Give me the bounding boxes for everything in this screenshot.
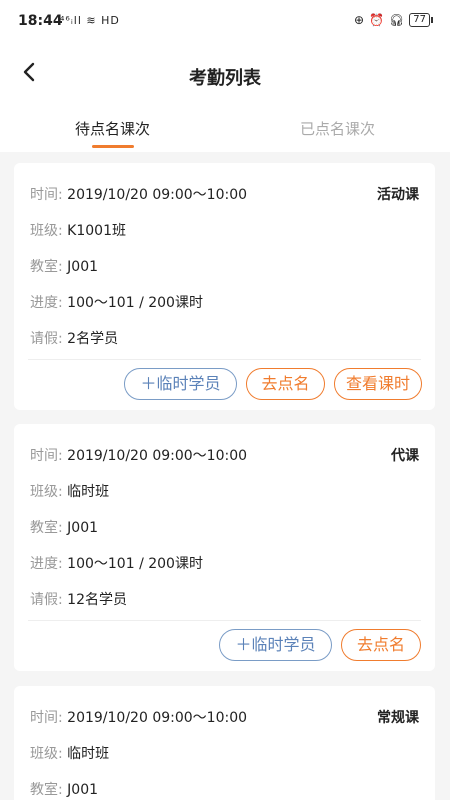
time-label: 时间: <box>30 448 63 464</box>
time-value: 2019/10/20 09:00～10:00 <box>67 187 248 203</box>
nav-bar: 考勤列表 <box>0 44 450 104</box>
class-row: 班级: K1001班 <box>30 220 126 240</box>
class-row: 班级: 临时班 <box>30 481 109 501</box>
add-temp-student-button[interactable]: ＋临时学员 <box>124 368 237 400</box>
view-hours-button[interactable]: 查看课时 <box>334 368 422 400</box>
status-icons-right: ⊕ ⏰ 🎧︎ 77 <box>354 13 433 27</box>
take-attendance-button[interactable]: 去点名 <box>246 368 325 400</box>
tab-indicator <box>92 145 134 148</box>
leave-row: 请假: 2名学员 <box>30 328 118 348</box>
time-row: 时间: 2019/10/20 09:00～10:00 <box>30 707 247 727</box>
class-value: K1001班 <box>67 223 126 239</box>
add-temp-student-button[interactable]: ＋临时学员 <box>219 629 332 661</box>
class-label: 班级: <box>30 484 63 500</box>
room-label: 教室: <box>30 520 63 536</box>
progress-label: 进度: <box>30 295 63 311</box>
network-icons: ⁴⁶ᵢll ≋ HD <box>60 14 120 27</box>
room-row: 教室: J001 <box>30 779 98 799</box>
progress-label: 进度: <box>30 556 63 572</box>
lesson-type: 常规课 <box>377 710 419 726</box>
divider <box>28 359 421 360</box>
take-attendance-button[interactable]: 去点名 <box>341 629 421 661</box>
room-label: 教室: <box>30 259 63 275</box>
battery-icon: 77 <box>409 13 433 27</box>
room-value: J001 <box>67 782 99 798</box>
class-label: 班级: <box>30 223 63 239</box>
class-value: 临时班 <box>67 484 110 500</box>
lesson-card[interactable]: 时间: 2019/10/20 09:00～10:00 活动课 班级: K1001… <box>14 163 435 410</box>
alarm-icon: ⏰ <box>369 13 385 27</box>
progress-row: 进度: 100～101 / 200课时 <box>30 553 203 573</box>
tab-pending[interactable]: 待点名课次 <box>0 118 225 139</box>
time-row: 时间: 2019/10/20 09:00～10:00 <box>30 184 247 204</box>
status-bar: 18:44 ⁴⁶ᵢll ≋ HD ⊕ ⏰ 🎧︎ 77 <box>0 0 450 44</box>
headphones-icon: 🎧︎ <box>389 13 405 27</box>
room-value: J001 <box>67 259 99 275</box>
tab-bar: 待点名课次 已点名课次 <box>0 104 450 152</box>
leave-value: 2名学员 <box>67 331 119 347</box>
class-row: 班级: 临时班 <box>30 743 109 763</box>
lesson-type: 代课 <box>391 448 419 464</box>
divider <box>28 620 421 621</box>
status-time: 18:44 <box>18 13 63 29</box>
lock-rotation-icon: ⊕ <box>354 13 365 27</box>
tab-done[interactable]: 已点名课次 <box>225 118 450 139</box>
lesson-card[interactable]: 时间: 2019/10/20 09:00～10:00 代课 班级: 临时班 教室… <box>14 424 435 671</box>
room-value: J001 <box>67 520 99 536</box>
page-title: 考勤列表 <box>189 68 261 89</box>
leave-label: 请假: <box>30 592 63 608</box>
time-label: 时间: <box>30 187 63 203</box>
time-label: 时间: <box>30 710 63 726</box>
leave-row: 请假: 12名学员 <box>30 589 127 609</box>
leave-value: 12名学员 <box>67 592 127 608</box>
class-value: 临时班 <box>67 746 110 762</box>
room-row: 教室: J001 <box>30 517 98 537</box>
progress-row: 进度: 100～101 / 200课时 <box>30 292 203 312</box>
leave-label: 请假: <box>30 331 63 347</box>
lesson-card[interactable]: 时间: 2019/10/20 09:00～10:00 常规课 班级: 临时班 教… <box>14 686 435 800</box>
time-value: 2019/10/20 09:00～10:00 <box>67 448 248 464</box>
time-value: 2019/10/20 09:00～10:00 <box>67 710 248 726</box>
progress-value: 100～101 / 200课时 <box>67 556 203 572</box>
class-label: 班级: <box>30 746 63 762</box>
lesson-type: 活动课 <box>377 187 419 203</box>
time-row: 时间: 2019/10/20 09:00～10:00 <box>30 445 247 465</box>
progress-value: 100～101 / 200课时 <box>67 295 203 311</box>
room-row: 教室: J001 <box>30 256 98 276</box>
room-label: 教室: <box>30 782 63 798</box>
